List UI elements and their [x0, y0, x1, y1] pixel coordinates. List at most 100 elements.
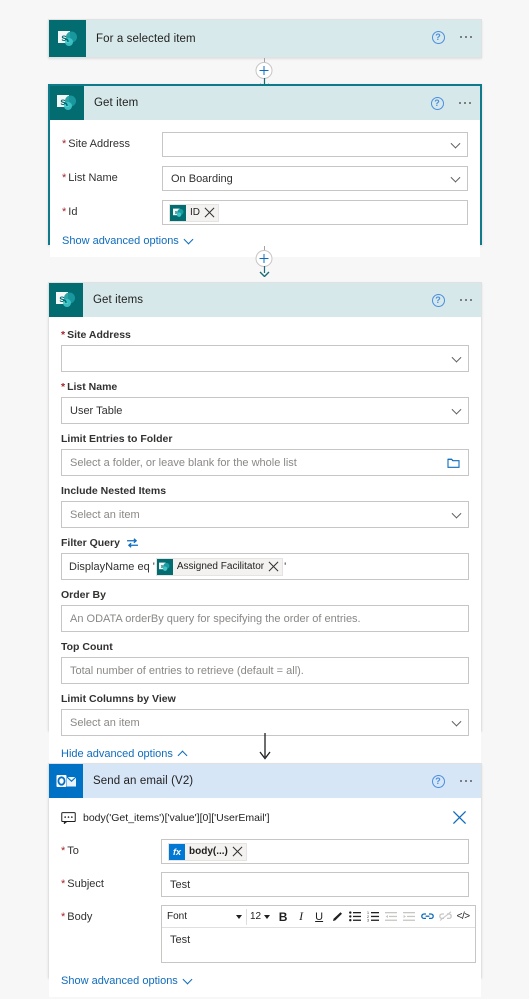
- advanced-options-label: Show advanced options: [61, 975, 178, 987]
- site-address-input[interactable]: [162, 132, 468, 157]
- remove-token-icon[interactable]: [268, 561, 279, 572]
- include-nested-items-input[interactable]: Select an item: [61, 501, 469, 528]
- bold-icon[interactable]: B: [274, 908, 292, 926]
- site-address-input[interactable]: [61, 345, 469, 372]
- field-placeholder: Select an item: [70, 508, 140, 521]
- folder-picker-icon[interactable]: [447, 457, 460, 468]
- show-advanced-options-link[interactable]: Show advanced options: [61, 974, 469, 987]
- add-step-button[interactable]: [255, 62, 273, 79]
- step-header-actions: ?: [431, 20, 472, 54]
- sharepoint-icon: s: [156, 558, 173, 575]
- flow-step-get-item[interactable]: s Get item ? * Site Address * List Name …: [48, 84, 482, 257]
- numbered-list-icon[interactable]: 1 2 3: [364, 908, 382, 926]
- limit-entries-to-folder-input[interactable]: Select a folder, or leave blank for the …: [61, 449, 469, 476]
- list-name-input[interactable]: On Boarding: [162, 166, 468, 191]
- filter-query-input[interactable]: DisplayName eq ' s Assigned Facilitator: [61, 553, 469, 580]
- italic-icon[interactable]: I: [292, 908, 310, 926]
- expression-token[interactable]: fx body(...): [168, 842, 247, 861]
- step-title: For a selected item: [96, 32, 196, 45]
- help-icon[interactable]: ?: [431, 30, 445, 44]
- outlook-icon: [49, 764, 83, 798]
- flow-designer-canvas: s For a selected item ? s Get item ? * S…: [0, 0, 529, 999]
- more-options-icon[interactable]: [459, 35, 472, 39]
- help-icon[interactable]: ?: [430, 96, 444, 110]
- rich-text-toolbar: Font 12 B I U 1 2 3 </>: [162, 906, 476, 928]
- field-value: User Table: [70, 404, 123, 417]
- step-title: Send an email (V2): [93, 775, 194, 787]
- remove-token-icon[interactable]: [204, 207, 215, 218]
- expression-suffix: ': [284, 560, 287, 573]
- list-name-input[interactable]: User Table: [61, 397, 469, 424]
- chevron-down-icon[interactable]: [451, 404, 462, 415]
- chevron-down-icon[interactable]: [451, 716, 462, 727]
- more-options-icon[interactable]: [459, 779, 472, 783]
- connector-trigger-to-get-item: [0, 58, 529, 89]
- field-subject: * Subject Test: [61, 872, 469, 897]
- underline-icon[interactable]: U: [310, 908, 328, 926]
- required-marker: *: [62, 206, 67, 218]
- flow-step-send-an-email-v2[interactable]: Send an email (V2) ? body('Get_items')['…: [48, 763, 482, 997]
- to-input[interactable]: fx body(...): [161, 839, 469, 864]
- field-label: Limit Entries to Folder: [61, 433, 173, 445]
- chevron-down-icon[interactable]: [450, 172, 461, 183]
- field-value: Test: [170, 878, 191, 891]
- step-title: Get items: [93, 294, 144, 306]
- field-order-by: Order By An ODATA orderBy query for spec…: [61, 589, 469, 632]
- flow-step-for-a-selected-item[interactable]: s For a selected item ?: [48, 19, 482, 58]
- help-icon[interactable]: ?: [431, 774, 445, 788]
- increase-indent-icon[interactable]: [400, 908, 418, 926]
- sharepoint-icon: s: [49, 20, 86, 57]
- field-label: Include Nested Items: [61, 485, 167, 497]
- remove-token-icon[interactable]: [232, 846, 243, 857]
- more-options-icon[interactable]: [458, 101, 471, 105]
- step-header-actions: ?: [431, 764, 472, 798]
- field-label: * Id: [62, 206, 78, 218]
- field-label: * Site Address: [62, 138, 131, 150]
- field-label: * To: [61, 845, 79, 857]
- close-icon[interactable]: [452, 810, 467, 825]
- limit-columns-by-view-input[interactable]: Select an item: [61, 709, 469, 736]
- chevron-down-icon[interactable]: [451, 352, 462, 363]
- chevron-down-icon[interactable]: [450, 138, 461, 149]
- token-label: ID: [190, 207, 200, 218]
- font-family-dropdown[interactable]: Font: [165, 908, 247, 925]
- field-site-address: * Site Address: [62, 132, 468, 157]
- id-input[interactable]: s ID: [162, 200, 468, 225]
- more-options-icon[interactable]: [459, 298, 472, 302]
- body-rich-text-editor[interactable]: Font 12 B I U 1 2 3 </> Test: [161, 905, 477, 963]
- expression-text: body('Get_items')['value'][0]['UserEmail…: [83, 812, 270, 824]
- chevron-down-icon[interactable]: [451, 508, 462, 519]
- subject-input[interactable]: Test: [161, 872, 469, 897]
- font-size-dropdown[interactable]: 12: [250, 911, 271, 922]
- step-header[interactable]: Send an email (V2) ?: [49, 764, 481, 798]
- step-header[interactable]: s For a selected item ?: [49, 20, 481, 57]
- field-site-address: * Site Address: [61, 329, 469, 372]
- field-placeholder: Select an item: [70, 716, 140, 729]
- body-text-area[interactable]: Test: [162, 928, 475, 962]
- code-view-icon[interactable]: </>: [454, 908, 472, 926]
- top-count-input[interactable]: Total number of entries to retrieve (def…: [61, 657, 469, 684]
- dynamic-content-token[interactable]: s ID: [169, 203, 219, 222]
- swap-input-icon[interactable]: [126, 538, 139, 548]
- required-marker: *: [61, 381, 66, 393]
- step-header[interactable]: s Get items ?: [49, 283, 481, 317]
- add-step-button[interactable]: [255, 250, 273, 267]
- field-value: On Boarding: [171, 172, 233, 185]
- field-placeholder: Select a folder, or leave blank for the …: [70, 456, 297, 469]
- field-label: * List Name: [61, 381, 118, 393]
- font-family-label: Font: [167, 911, 188, 922]
- insert-link-icon[interactable]: [418, 908, 436, 926]
- dynamic-content-token[interactable]: s Assigned Facilitator: [155, 557, 284, 576]
- decrease-indent-icon[interactable]: [382, 908, 400, 926]
- expression-prefix: DisplayName eq ': [69, 560, 155, 573]
- order-by-input[interactable]: An ODATA orderBy query for specifying th…: [61, 605, 469, 632]
- text-highlight-icon[interactable]: [328, 908, 346, 926]
- token-label: Assigned Facilitator: [176, 561, 265, 572]
- flow-step-get-items[interactable]: s Get items ? * Site Address * List Name…: [48, 282, 482, 768]
- font-size-label: 12: [250, 911, 262, 922]
- step-header[interactable]: s Get item ?: [50, 86, 480, 120]
- step-header-actions: ?: [431, 283, 472, 317]
- help-icon[interactable]: ?: [431, 293, 445, 307]
- remove-link-icon[interactable]: [436, 908, 454, 926]
- bulleted-list-icon[interactable]: [346, 908, 364, 926]
